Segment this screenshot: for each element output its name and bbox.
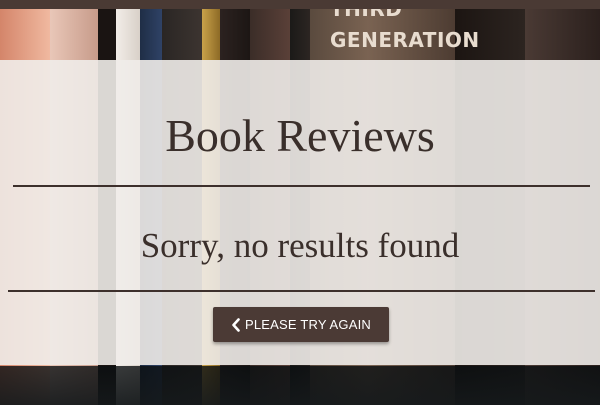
divider xyxy=(8,290,595,292)
please-try-again-label: PLEASE TRY AGAIN xyxy=(244,317,372,332)
no-results-message: Sorry, no results found xyxy=(140,226,460,265)
main-content: Book Reviews Sorry, no results found PLE… xyxy=(0,0,600,405)
chevron-left-icon xyxy=(231,317,241,332)
page-title: Book Reviews xyxy=(165,110,435,161)
divider xyxy=(13,185,590,187)
top-bar xyxy=(0,0,600,9)
please-try-again-button[interactable]: PLEASE TRY AGAIN xyxy=(213,307,389,342)
